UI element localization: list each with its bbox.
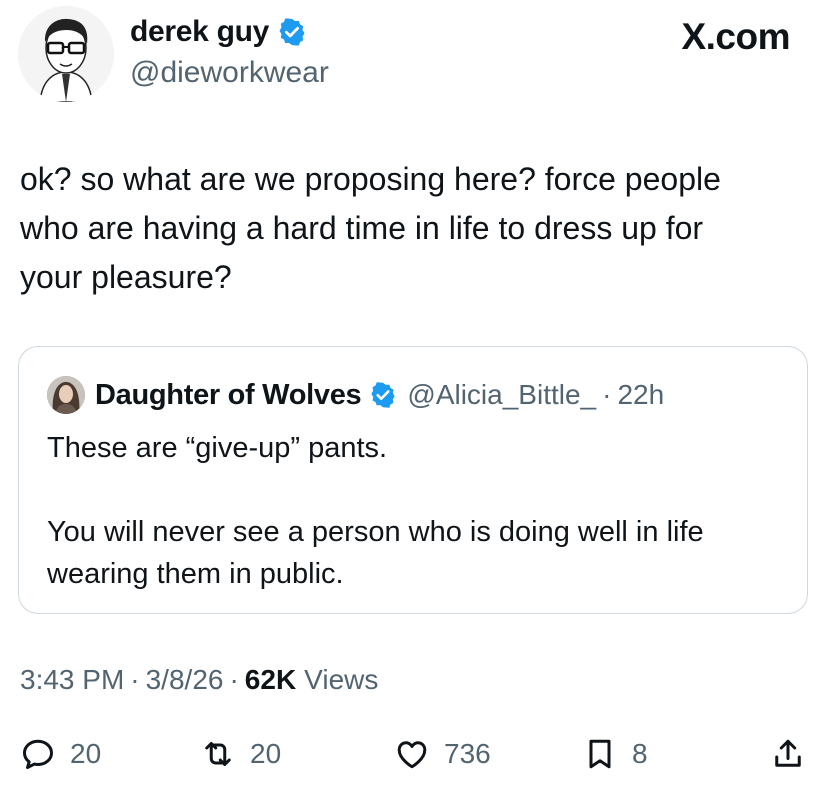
- share-icon: [775, 739, 801, 767]
- author-block: derek guy @dieworkwear: [130, 12, 329, 90]
- views-label: Views: [304, 664, 379, 695]
- quoted-tweet-text: These are “give-up” pants. You will neve…: [47, 432, 704, 590]
- repost-button[interactable]: 20: [200, 736, 281, 772]
- bookmark-button[interactable]: 8: [582, 736, 648, 772]
- author-avatar[interactable]: [18, 6, 114, 102]
- author-name-row: derek guy: [130, 12, 329, 52]
- reply-count: 20: [70, 738, 102, 769]
- quoted-time[interactable]: 22h: [617, 379, 664, 411]
- bookmark-icon: [589, 739, 611, 769]
- x-logo: X.com: [681, 16, 790, 57]
- meta-separator-1: ·: [130, 664, 140, 695]
- quoted-author-handle[interactable]: @Alicia_Bittle_: [407, 379, 596, 411]
- like-count: 736: [444, 738, 491, 769]
- like-button[interactable]: 736: [394, 736, 491, 772]
- tweet-meta: 3:43 PM · 3/8/26 · 62K Views: [20, 664, 378, 696]
- bookmark-count: 8: [632, 738, 648, 769]
- quoted-avatar-illustration: [47, 376, 85, 414]
- quoted-author-avatar[interactable]: [47, 376, 85, 414]
- quoted-tweet-header: Daughter of Wolves @Alicia_Bittle_ · 22h: [47, 375, 664, 415]
- author-handle[interactable]: @dieworkwear: [130, 56, 329, 90]
- verified-badge-icon: [279, 18, 305, 46]
- quoted-author-name[interactable]: Daughter of Wolves: [95, 379, 362, 412]
- quoted-separator: ·: [602, 379, 612, 410]
- reply-button[interactable]: 20: [20, 736, 101, 772]
- reply-icon: [23, 739, 53, 769]
- action-bar: 20 20 736 8: [0, 728, 828, 782]
- tweet-date[interactable]: 3/8/26: [146, 664, 224, 696]
- share-button[interactable]: [770, 736, 820, 772]
- quoted-tweet[interactable]: Daughter of Wolves @Alicia_Bittle_ · 22h…: [18, 346, 808, 614]
- views-count: 62K: [244, 664, 297, 695]
- tweet-time[interactable]: 3:43 PM: [20, 664, 124, 696]
- author-name[interactable]: derek guy: [130, 15, 269, 49]
- tweet-text: ok? so what are we proposing here? force…: [20, 161, 721, 295]
- quoted-verified-badge-icon: [371, 382, 396, 408]
- meta-separator-2: ·: [229, 664, 239, 695]
- heart-icon: [397, 741, 427, 769]
- author-avatar-illustration: [18, 6, 114, 102]
- repost-icon: [205, 742, 231, 766]
- repost-count: 20: [250, 738, 282, 769]
